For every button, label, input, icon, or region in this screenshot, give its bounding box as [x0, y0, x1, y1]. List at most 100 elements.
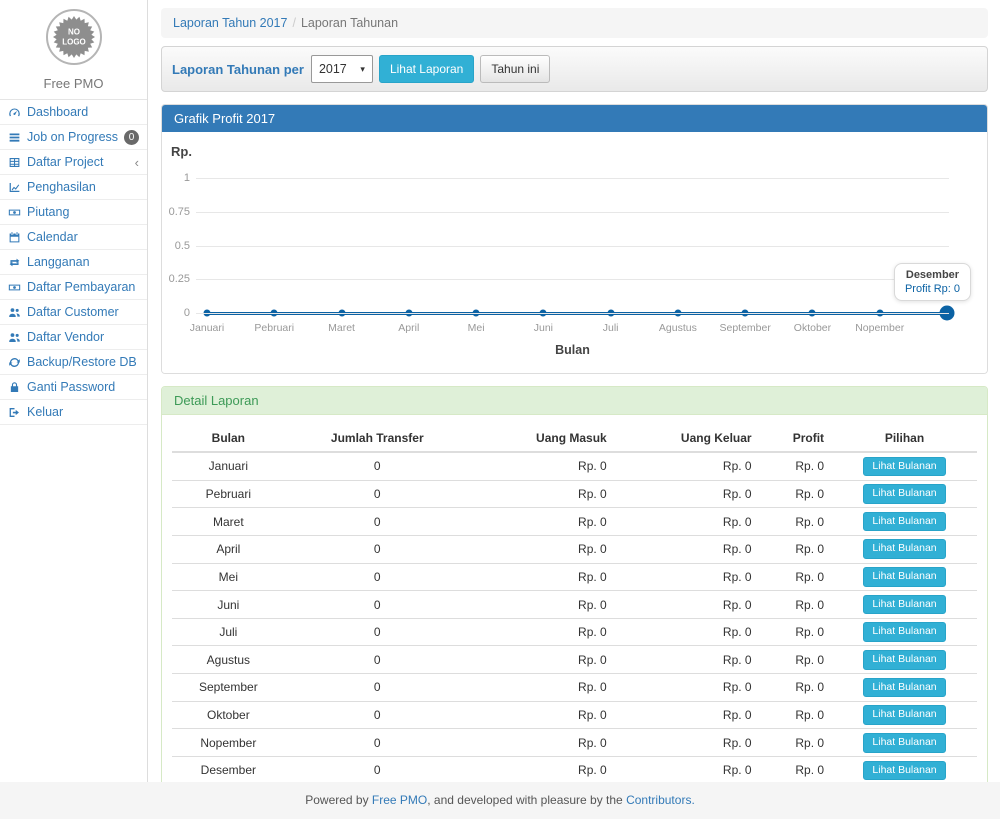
sidebar-item-label: Keluar [27, 405, 139, 419]
column-header-bulan: Bulan [172, 425, 285, 452]
table-row: April0Rp. 0Rp. 0Rp. 0Lihat Bulanan [172, 535, 977, 563]
cell-jumlah-transfer: 0 [285, 646, 470, 674]
table-row: Juli0Rp. 0Rp. 0Rp. 0Lihat Bulanan [172, 618, 977, 646]
sidebar-item-langganan[interactable]: Langganan [0, 250, 147, 275]
y-tick-label: 1 [162, 172, 190, 184]
cell-uang-keluar: Rp. 0 [615, 674, 760, 702]
cell-uang-keluar: Rp. 0 [615, 563, 760, 591]
y-tick-label: 0.75 [162, 206, 190, 218]
sidebar-item-label: Dashboard [27, 105, 139, 119]
sidebar-item-ganti-password[interactable]: Ganti Password [0, 375, 147, 400]
cell-profit: Rp. 0 [760, 480, 832, 508]
sidebar-item-calendar[interactable]: Calendar [0, 225, 147, 250]
breadcrumb-link-laporan-tahun[interactable]: Laporan Tahun 2017 [173, 16, 287, 30]
cell-uang-masuk: Rp. 0 [470, 563, 615, 591]
x-tick-label: Januari [190, 322, 224, 334]
cell-uang-masuk: Rp. 0 [470, 480, 615, 508]
cell-pilihan: Lihat Bulanan [832, 729, 977, 757]
lihat-bulanan-button[interactable]: Lihat Bulanan [863, 761, 945, 781]
cell-profit: Rp. 0 [760, 674, 832, 702]
breadcrumb-current: Laporan Tahunan [301, 16, 398, 30]
count-badge: 0 [124, 130, 139, 145]
x-tick-label: Nopember [855, 322, 904, 334]
sidebar-item-daftar-project[interactable]: Daftar Project‹ [0, 150, 147, 175]
cell-uang-keluar: Rp. 0 [615, 480, 760, 508]
cell-uang-masuk: Rp. 0 [470, 508, 615, 536]
cell-uang-keluar: Rp. 0 [615, 508, 760, 536]
filter-label: Laporan Tahunan per [172, 62, 304, 77]
column-header-uang-keluar: Uang Keluar [615, 425, 760, 452]
year-select[interactable]: 2017 ▾ [311, 55, 373, 83]
sidebar-item-daftar-customer[interactable]: Daftar Customer [0, 300, 147, 325]
sidebar-item-dashboard[interactable]: Dashboard [0, 100, 147, 125]
footer-freepmo-link[interactable]: Free PMO [372, 793, 427, 807]
lihat-bulanan-button[interactable]: Lihat Bulanan [863, 512, 945, 532]
cell-jumlah-transfer: 0 [285, 729, 470, 757]
sidebar-item-label: Calendar [27, 230, 139, 244]
y-tick-label: 0 [162, 307, 190, 319]
cell-profit: Rp. 0 [760, 508, 832, 536]
cell-bulan: Juni [172, 591, 285, 619]
sidebar-item-daftar-pembayaran[interactable]: Daftar Pembayaran [0, 275, 147, 300]
cell-profit: Rp. 0 [760, 452, 832, 480]
cell-profit: Rp. 0 [760, 757, 832, 785]
logo-text-bottom: LOGO [62, 38, 86, 47]
lihat-bulanan-button[interactable]: Lihat Bulanan [863, 705, 945, 725]
lihat-bulanan-button[interactable]: Lihat Bulanan [863, 650, 945, 670]
sidebar-item-keluar[interactable]: Keluar [0, 400, 147, 425]
lihat-bulanan-button[interactable]: Lihat Bulanan [863, 484, 945, 504]
sidebar-item-penghasilan[interactable]: Penghasilan [0, 175, 147, 200]
tahun-ini-button[interactable]: Tahun ini [480, 55, 550, 83]
sidebar-item-backup-restore-db[interactable]: Backup/Restore DB [0, 350, 147, 375]
detail-panel-body: BulanJumlah TransferUang MasukUang Kelua… [162, 415, 987, 816]
table-row: Oktober0Rp. 0Rp. 0Rp. 0Lihat Bulanan [172, 701, 977, 729]
sidebar-item-label: Backup/Restore DB [27, 355, 139, 369]
table-row: Pebruari0Rp. 0Rp. 0Rp. 0Lihat Bulanan [172, 480, 977, 508]
cell-bulan: Agustus [172, 646, 285, 674]
cell-jumlah-transfer: 0 [285, 757, 470, 785]
cell-pilihan: Lihat Bulanan [832, 480, 977, 508]
logo-block: NO LOGO Free PMO [0, 0, 147, 100]
x-tick-label: Pebruari [254, 322, 294, 334]
column-header-jumlah-transfer: Jumlah Transfer [285, 425, 470, 452]
lihat-bulanan-button[interactable]: Lihat Bulanan [863, 457, 945, 477]
lihat-bulanan-button[interactable]: Lihat Bulanan [863, 622, 945, 642]
detail-panel-title: Detail Laporan [162, 387, 987, 415]
page-footer: Powered by Free PMO, and developed with … [0, 782, 1000, 819]
profit-chart: Rp. JanuariPebruariMaretAprilMeiJuniJuli… [162, 132, 987, 373]
sidebar-item-job-on-progress[interactable]: Job on Progress0 [0, 125, 147, 150]
sidebar-item-label: Daftar Project [27, 155, 135, 169]
refresh-icon [8, 356, 23, 369]
no-logo-seal-icon: NO LOGO [45, 8, 103, 66]
cell-bulan: Oktober [172, 701, 285, 729]
cell-jumlah-transfer: 0 [285, 480, 470, 508]
lihat-bulanan-button[interactable]: Lihat Bulanan [863, 539, 945, 559]
footer-contributors-link[interactable]: Contributors. [626, 793, 695, 807]
cell-jumlah-transfer: 0 [285, 535, 470, 563]
cell-uang-masuk: Rp. 0 [470, 591, 615, 619]
cell-uang-masuk: Rp. 0 [470, 535, 615, 563]
lihat-bulanan-button[interactable]: Lihat Bulanan [863, 567, 945, 587]
sidebar-menu: Dashboard Job on Progress0Daftar Project‹… [0, 100, 147, 425]
table-row: September0Rp. 0Rp. 0Rp. 0Lihat Bulanan [172, 674, 977, 702]
sidebar-item-daftar-vendor[interactable]: Daftar Vendor [0, 325, 147, 350]
y-axis-unit-label: Rp. [171, 144, 192, 159]
chart-tooltip: Desember Profit Rp: 0 [894, 263, 971, 301]
table-row: Mei0Rp. 0Rp. 0Rp. 0Lihat Bulanan [172, 563, 977, 591]
x-tick-label: Mei [468, 322, 485, 334]
lihat-bulanan-button[interactable]: Lihat Bulanan [863, 733, 945, 753]
chart-plot: JanuariPebruariMaretAprilMeiJuniJuliAgus… [196, 178, 949, 313]
lihat-bulanan-button[interactable]: Lihat Bulanan [863, 678, 945, 698]
cell-uang-masuk: Rp. 0 [470, 674, 615, 702]
table-row: Maret0Rp. 0Rp. 0Rp. 0Lihat Bulanan [172, 508, 977, 536]
cell-profit: Rp. 0 [760, 729, 832, 757]
cell-pilihan: Lihat Bulanan [832, 674, 977, 702]
calendar-icon [8, 231, 23, 244]
sidebar-item-piutang[interactable]: Piutang [0, 200, 147, 225]
cell-uang-keluar: Rp. 0 [615, 618, 760, 646]
y-tick-label: 0.5 [162, 240, 190, 252]
caret-down-icon: ▾ [360, 64, 365, 75]
cell-uang-masuk: Rp. 0 [470, 452, 615, 480]
lihat-laporan-button[interactable]: Lihat Laporan [379, 55, 474, 83]
lihat-bulanan-button[interactable]: Lihat Bulanan [863, 595, 945, 615]
